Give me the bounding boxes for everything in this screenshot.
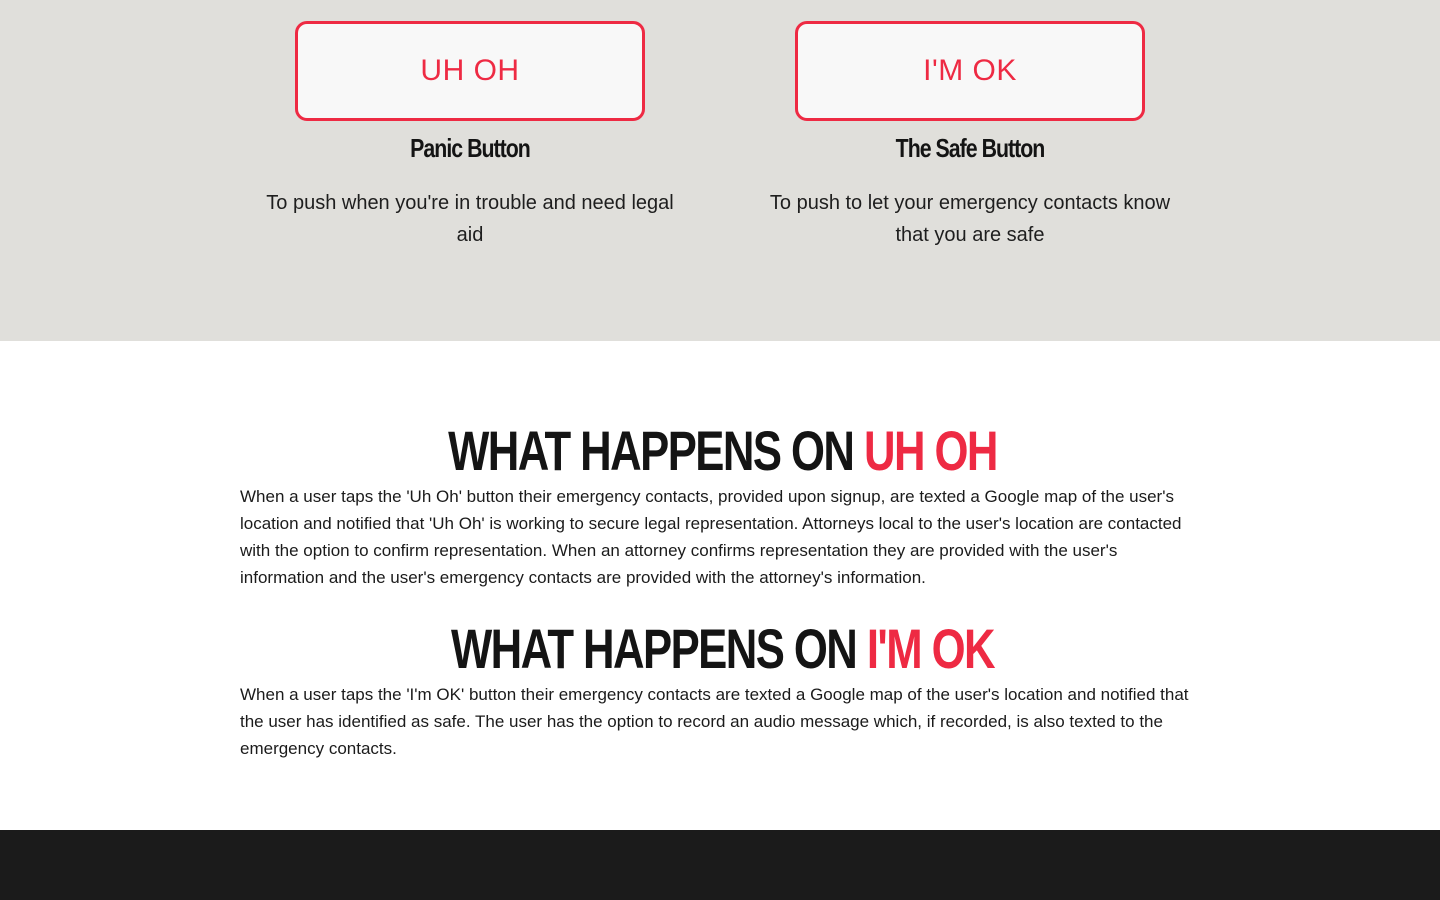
panic-button-feature: UH OH Panic Button To push when you're i… <box>220 0 720 251</box>
im-ok-button[interactable]: I'M OK <box>795 21 1145 121</box>
uh-oh-button[interactable]: UH OH <box>295 21 645 121</box>
uh-oh-info-heading: WHAT HAPPENS ON UH OH <box>346 419 1099 483</box>
page-footer <box>0 830 1440 900</box>
im-ok-heading-accent: I'M OK <box>866 617 996 680</box>
panic-button-description: To push when you're in trouble and need … <box>266 192 674 246</box>
im-ok-info-text: When a user taps the 'I'm OK' button the… <box>240 685 1189 758</box>
safe-button-title: The Safe Button <box>895 133 1046 163</box>
buttons-showcase-section: UH OH Panic Button To push when you're i… <box>0 0 1440 341</box>
im-ok-info-block: WHAT HAPPENS ON I'M OK When a user taps … <box>240 617 1205 762</box>
uh-oh-heading-accent: UH OH <box>863 419 999 482</box>
how-it-works-section: WHAT HAPPENS ON UH OH When a user taps t… <box>0 341 1440 830</box>
panic-button-title: Panic Button <box>410 133 531 163</box>
safe-button-description: To push to let your emergency contacts k… <box>769 192 1171 246</box>
uh-oh-heading-prefix: WHAT HAPPENS ON <box>448 419 864 482</box>
uh-oh-info-text: When a user taps the 'Uh Oh' button thei… <box>240 487 1182 587</box>
im-ok-info-heading: WHAT HAPPENS ON I'M OK <box>346 617 1099 681</box>
im-ok-heading-prefix: WHAT HAPPENS ON <box>450 617 867 680</box>
safe-button-feature: I'M OK The Safe Button To push to let yo… <box>720 0 1220 251</box>
uh-oh-info-block: WHAT HAPPENS ON UH OH When a user taps t… <box>240 419 1205 591</box>
